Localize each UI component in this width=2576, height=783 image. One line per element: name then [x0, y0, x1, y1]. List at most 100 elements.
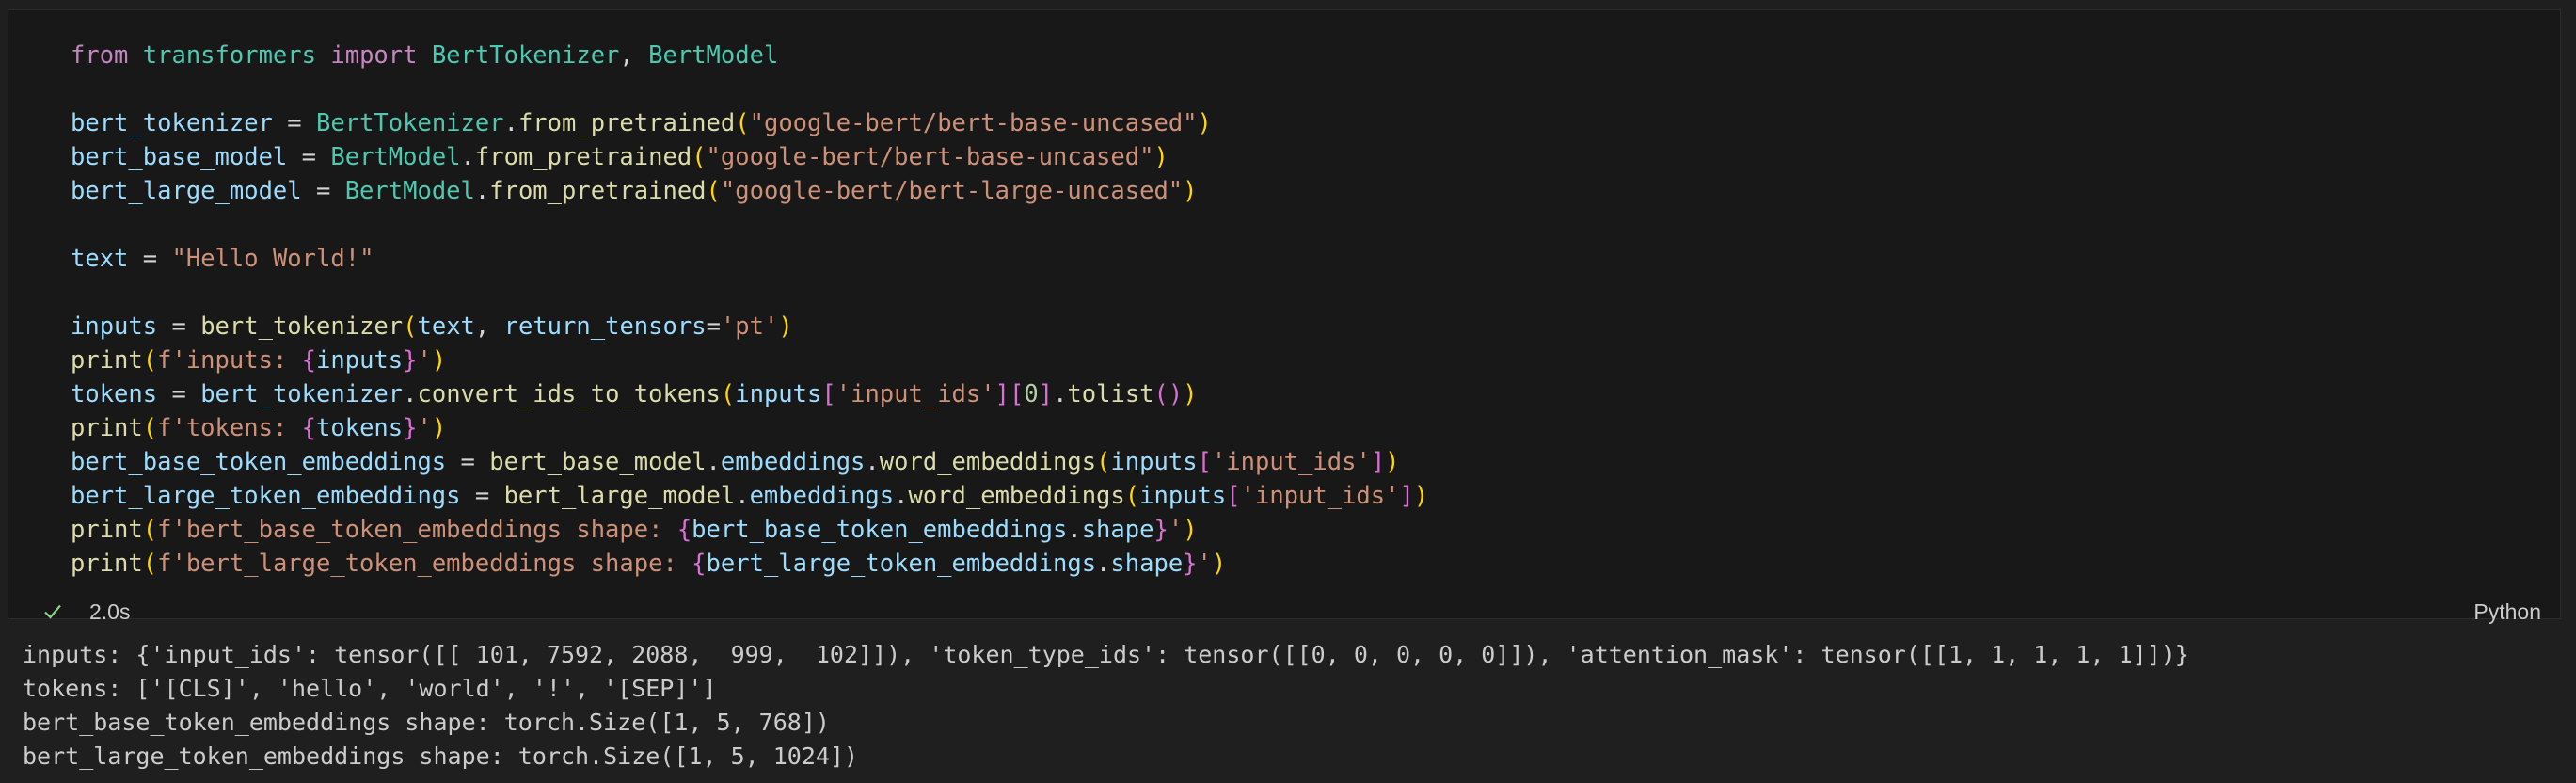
code-token: ( [720, 380, 736, 408]
code-token: text [71, 245, 129, 273]
code-token: = [301, 177, 345, 205]
code-token: = [706, 312, 721, 341]
code-token: inputs [735, 380, 822, 408]
language-selector[interactable]: Python [2473, 598, 2541, 626]
code-token: = [157, 380, 201, 408]
code-token: ) [1183, 177, 1198, 205]
code-token: = [446, 448, 490, 476]
code-token: bert_tokenizer [200, 380, 404, 408]
code-token: = [128, 245, 172, 273]
code-token: tokens [316, 414, 404, 442]
code-token: [ [821, 380, 836, 408]
code-token: inputs [71, 312, 158, 341]
code-token: shape [1081, 516, 1154, 544]
code-token: ' [1168, 516, 1184, 544]
code-line: from transformers import BertTokenizer, … [71, 39, 1428, 72]
code-token: , [474, 312, 504, 341]
code-token: . [1067, 516, 1082, 544]
code-token: . [865, 448, 880, 476]
code-token: { [676, 516, 692, 544]
code-token: bert_large_model [71, 177, 302, 205]
code-token: "Hello World!" [171, 245, 374, 273]
code-token: word_embeddings [879, 448, 1097, 476]
code-token: ] [994, 380, 1010, 408]
code-token: ) [1197, 109, 1212, 137]
code-token: ) [1153, 143, 1169, 171]
check-icon [42, 601, 63, 622]
code-token: bert_base_token_embeddings [71, 448, 447, 476]
code-line: text = "Hello World!" [71, 242, 1428, 276]
code-token: bert_large_model [503, 482, 736, 510]
code-token: , [619, 41, 649, 70]
code-token: . [1096, 550, 1111, 578]
code-token: ( [1124, 482, 1140, 510]
code-token: ) [1211, 550, 1227, 578]
code-line: print(f'bert_base_token_embeddings shape… [71, 513, 1428, 547]
code-token: [ [1226, 482, 1241, 510]
code-token: import [330, 41, 432, 70]
code-token: ) [1183, 380, 1198, 408]
code-token: ( [692, 143, 707, 171]
code-token: = [157, 312, 201, 341]
code-token: 'input_ids' [1211, 448, 1371, 476]
code-token: f'inputs: [157, 346, 302, 375]
code-token: bert_base_model [71, 143, 288, 171]
execution-time: 2.0s [89, 599, 131, 624]
code-token: . [735, 482, 750, 510]
code-token: f'bert_base_token_embeddings shape: [157, 516, 677, 544]
code-token: = [460, 482, 504, 510]
code-token: from_pretrained [474, 143, 692, 171]
code-token: print [71, 346, 143, 375]
code-token: transformers [142, 41, 331, 70]
code-line: inputs = bert_tokenizer(text, return_ten… [71, 310, 1428, 344]
code-line: tokens = bert_tokenizer.convert_ids_to_t… [71, 377, 1428, 411]
code-token: print [71, 550, 143, 578]
code-token: ] [1399, 482, 1414, 510]
code-token: . [474, 177, 490, 205]
code-token: bert_base_model [489, 448, 707, 476]
code-token: { [692, 550, 707, 578]
code-token: ' [1197, 550, 1212, 578]
code-token: BertTokenizer [431, 41, 620, 70]
code-token: . [403, 380, 418, 408]
code-token: ( [735, 109, 750, 137]
code-token: ] [1038, 380, 1054, 408]
code-token: word_embeddings [908, 482, 1125, 510]
code-token: ) [1183, 516, 1198, 544]
code-token: "google-bert/bert-base-uncased" [706, 143, 1154, 171]
code-token: BertTokenizer [316, 109, 504, 137]
code-token: } [1153, 516, 1169, 544]
code-token: ) [1413, 482, 1429, 510]
code-token: bert_large_token_embeddings [71, 482, 461, 510]
code-token: from_pretrained [517, 109, 736, 137]
output-line: tokens: ['[CLS]', 'hello', 'world', '!',… [23, 675, 717, 702]
code-token: bert_tokenizer [200, 312, 404, 341]
code-token: = [287, 143, 331, 171]
code-token: return_tensors [503, 312, 707, 341]
code-token: ( [706, 177, 721, 205]
code-token: 'input_ids' [1240, 482, 1400, 510]
code-token: 'pt' [720, 312, 779, 341]
code-token: f'bert_large_token_embeddings shape: [157, 550, 692, 578]
code-token: ( [1096, 448, 1111, 476]
code-token: [ [1009, 380, 1025, 408]
code-line: print(f'bert_large_token_embeddings shap… [71, 547, 1428, 581]
code-token: ) [778, 312, 793, 341]
code-token: . [706, 448, 721, 476]
code-token: { [301, 414, 317, 442]
code-token: ) [431, 414, 447, 442]
notebook-code-cell[interactable]: from transformers import BertTokenizer, … [8, 9, 2561, 624]
code-token: f'tokens: [157, 414, 302, 442]
code-line: bert_large_model = BertModel.from_pretra… [71, 174, 1428, 208]
code-token: bert_large_token_embeddings [706, 550, 1097, 578]
code-token: embeddings [749, 482, 895, 510]
output-line: bert_large_token_embeddings shape: torch… [23, 743, 859, 770]
code-token: ( [142, 516, 158, 544]
code-line: bert_base_token_embeddings = bert_base_m… [71, 445, 1428, 479]
code-token: inputs [1110, 448, 1198, 476]
code-token: . [1053, 380, 1068, 408]
code-token: = [272, 109, 316, 137]
code-editor[interactable]: from transformers import BertTokenizer, … [71, 39, 1428, 581]
